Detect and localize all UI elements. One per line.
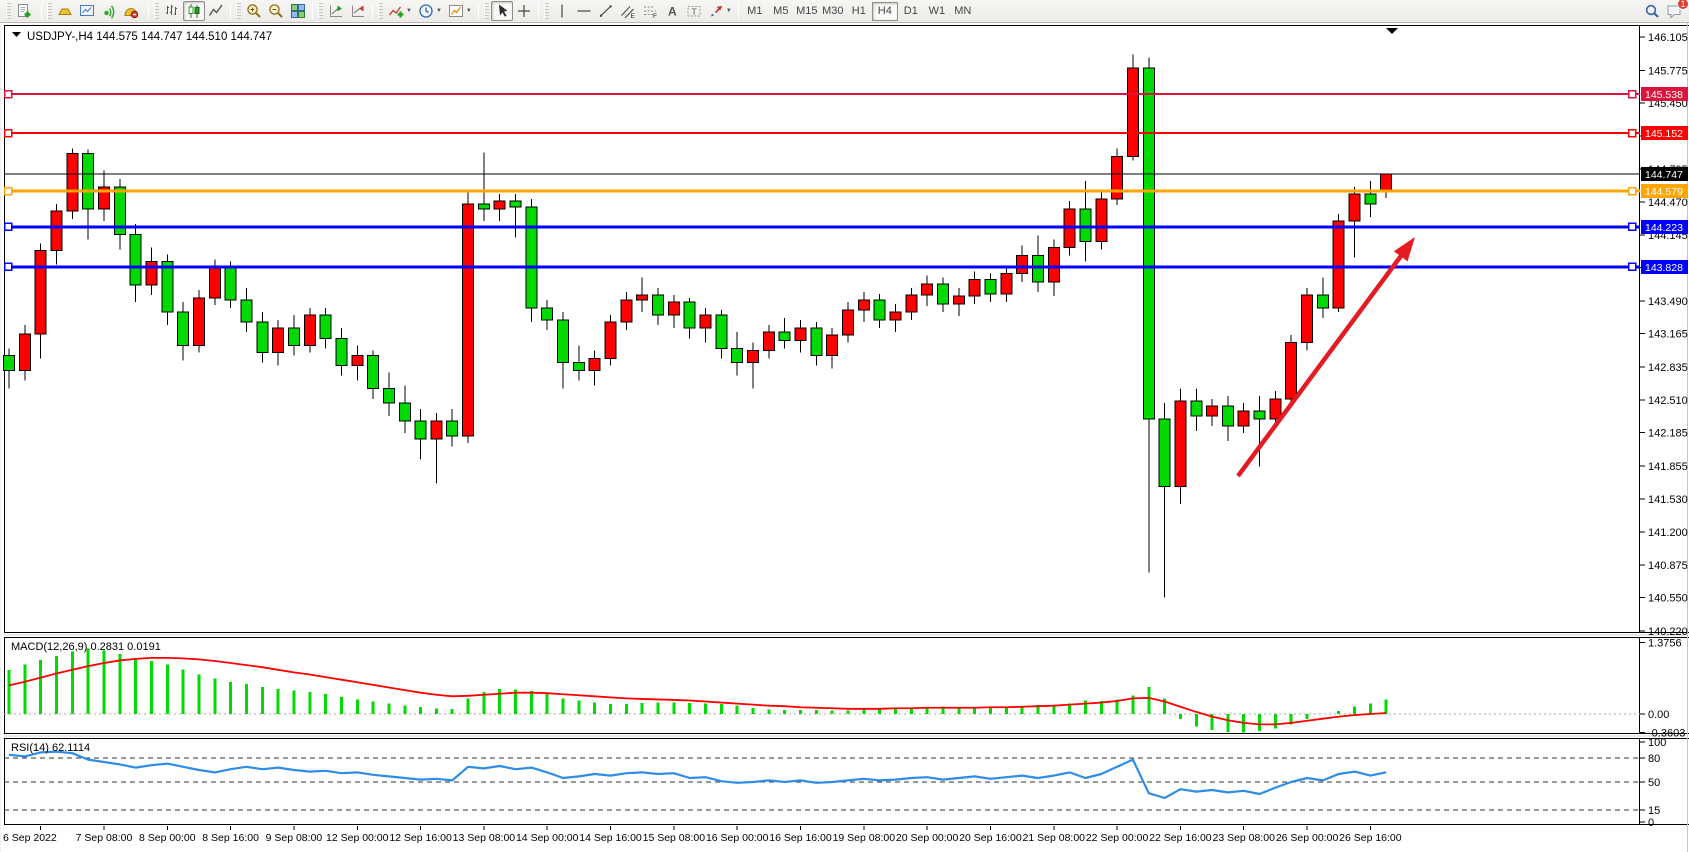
toolbar-separator	[538, 3, 539, 19]
text-button[interactable]: A	[661, 1, 683, 21]
crosshair-button[interactable]	[513, 1, 535, 21]
indicators-icon	[388, 3, 404, 19]
templates-icon	[448, 3, 464, 19]
timeframe-m15-button[interactable]: M15	[794, 2, 820, 21]
chart-window: 146.105145.775145.450145.125144.795144.4…	[0, 0, 1689, 852]
svg-text:T: T	[691, 7, 696, 17]
text-label-button[interactable]: T	[683, 1, 705, 21]
timeframe-m1-button[interactable]: M1	[742, 2, 768, 21]
market-watch-button[interactable]	[76, 1, 98, 21]
toolbar-grip[interactable]	[318, 3, 323, 19]
dropdown-caret-icon: ▼	[436, 8, 442, 14]
signal-icon	[101, 3, 117, 19]
toolbar-separator	[230, 3, 231, 19]
toolbar-grip[interactable]	[544, 3, 549, 19]
timeframe-d1-button[interactable]: D1	[898, 2, 924, 21]
line-chart-mode-button[interactable]	[205, 1, 227, 21]
shift-chart-icon	[350, 3, 366, 19]
main-chart-panel[interactable]	[4, 25, 1640, 633]
new-order-button[interactable]	[13, 1, 38, 21]
horizontal-line-icon	[576, 3, 592, 19]
vertical-line-button[interactable]	[551, 1, 573, 21]
toolbar-separator	[738, 3, 739, 19]
line-chart-icon	[208, 3, 224, 19]
search-button[interactable]	[1641, 1, 1663, 21]
tile-windows-button[interactable]	[287, 1, 309, 21]
cursor-icon	[494, 3, 510, 19]
svg-text:A: A	[668, 5, 677, 19]
chart-window-icon	[79, 3, 95, 19]
toolbar-right-group: 1	[1641, 1, 1685, 21]
toolbar-grip[interactable]	[47, 3, 52, 19]
toolbar-grip[interactable]	[236, 3, 241, 19]
tile-windows-icon	[290, 3, 306, 19]
arrows-icon	[708, 3, 724, 19]
price-axis[interactable]	[1641, 25, 1689, 825]
horizontal-line-button[interactable]	[573, 1, 595, 21]
vertical-line-icon	[554, 3, 570, 19]
notification-badge: 1	[1677, 0, 1689, 10]
search-icon	[1644, 3, 1660, 19]
fibonacci-icon: F	[642, 3, 658, 19]
text-label-icon: T	[686, 3, 702, 19]
notifications-button[interactable]: 1	[1663, 1, 1685, 21]
svg-text:E: E	[630, 13, 635, 19]
bar-chart-icon	[164, 3, 180, 19]
candlestick-mode-button[interactable]	[183, 1, 205, 21]
auto-trading-button[interactable]	[120, 1, 145, 21]
dropdown-caret-icon: ▼	[466, 8, 472, 14]
svg-text:F: F	[653, 13, 657, 19]
trendline-icon	[598, 3, 614, 19]
dropdown-caret-icon: ▼	[406, 8, 412, 14]
channel-icon: E	[620, 3, 636, 19]
fibonacci-button[interactable]: F	[639, 1, 661, 21]
time-axis[interactable]	[4, 826, 1640, 850]
timeframe-mn-button[interactable]: MN	[950, 2, 976, 21]
timeframe-m5-button[interactable]: M5	[768, 2, 794, 21]
channel-button[interactable]: E	[617, 1, 639, 21]
toolbar: ▼ ▼ ▼ E F A T ▼ M1M5M15M30H1H4D1W1MN 1	[0, 0, 1689, 23]
toolbar-grip[interactable]	[6, 3, 11, 19]
deposit-button[interactable]	[54, 1, 76, 21]
templates-button[interactable]: ▼	[445, 1, 475, 21]
toolbar-grip[interactable]	[484, 3, 489, 19]
bar-chart-mode-button[interactable]	[161, 1, 183, 21]
chart-shift-button[interactable]	[347, 1, 369, 21]
toolbar-separator	[478, 3, 479, 19]
zoom-out-icon	[268, 3, 284, 19]
toolbar-separator	[41, 3, 42, 19]
timeframe-h1-button[interactable]: H1	[846, 2, 872, 21]
crosshair-icon	[516, 3, 532, 19]
new-order-icon	[16, 3, 32, 19]
zoom-in-icon	[246, 3, 262, 19]
trendline-button[interactable]	[595, 1, 617, 21]
rsi-panel[interactable]	[4, 738, 1640, 825]
timeframe-w1-button[interactable]: W1	[924, 2, 950, 21]
timeframe-h4-button[interactable]: H4	[872, 2, 898, 21]
auto-scroll-button[interactable]	[325, 1, 347, 21]
signals-button[interactable]	[98, 1, 120, 21]
auto-trading-icon	[123, 3, 139, 19]
macd-panel[interactable]	[4, 637, 1640, 734]
gold-icon	[57, 3, 73, 19]
toolbar-grip[interactable]	[378, 3, 383, 19]
toolbar-separator	[372, 3, 373, 19]
indicators-button[interactable]: ▼	[385, 1, 415, 21]
zoom-out-button[interactable]	[265, 1, 287, 21]
dropdown-caret-icon: ▼	[726, 8, 732, 14]
scroll-end-icon	[328, 3, 344, 19]
toolbar-grip[interactable]	[154, 3, 159, 19]
text-icon: A	[664, 3, 680, 19]
timeframe-m30-button[interactable]: M30	[820, 2, 846, 21]
toolbar-separator	[312, 3, 313, 19]
periods-button[interactable]: ▼	[415, 1, 445, 21]
arrows-button[interactable]: ▼	[705, 1, 735, 21]
periods-clock-icon	[418, 3, 434, 19]
zoom-in-button[interactable]	[243, 1, 265, 21]
cursor-button[interactable]	[491, 1, 513, 21]
toolbar-separator	[148, 3, 149, 19]
candlestick-icon	[186, 3, 202, 19]
